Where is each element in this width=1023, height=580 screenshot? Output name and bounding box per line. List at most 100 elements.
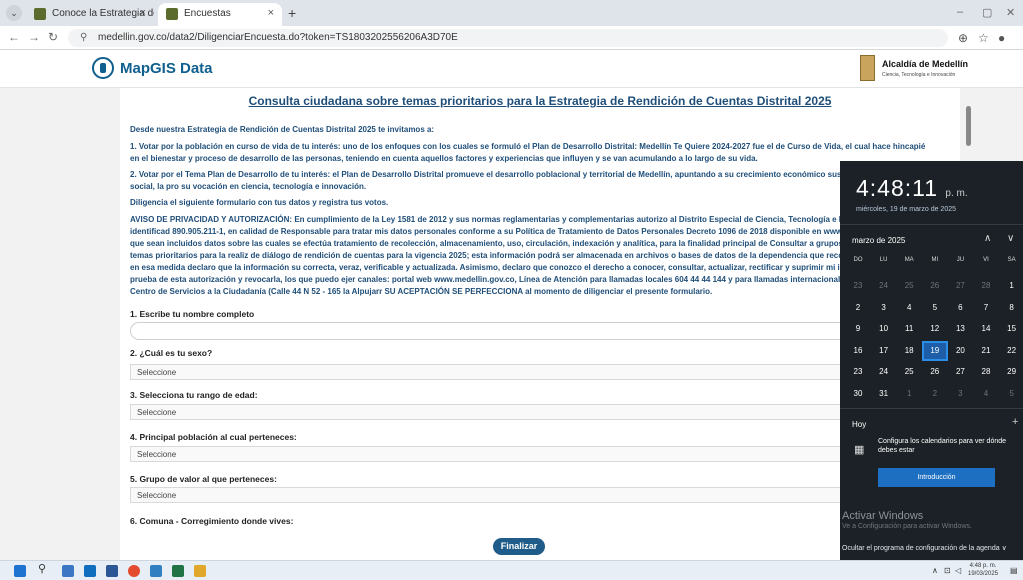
back-icon[interactable]: ← xyxy=(8,30,20,44)
full-date-link[interactable]: miércoles, 19 de marzo de 2025 xyxy=(856,206,956,213)
outlook-icon[interactable] xyxy=(84,565,96,577)
next-month-icon[interactable]: ∨ xyxy=(1007,233,1014,244)
question-2-label: 2. ¿Cuál es tu sexo? xyxy=(130,348,213,358)
tab-search-icon[interactable]: ⌄ xyxy=(6,5,22,21)
calendar-day[interactable]: 10 xyxy=(871,319,897,339)
calendar-day[interactable]: 24 xyxy=(871,276,897,296)
calendar-day[interactable]: 4 xyxy=(973,384,999,404)
page-scrollbar[interactable] xyxy=(966,106,971,146)
url-bar[interactable]: ⚲ medellin.gov.co/data2/DiligenciarEncue… xyxy=(68,29,948,47)
calendar-day[interactable]: 8 xyxy=(999,298,1023,318)
calendar-day[interactable]: 1 xyxy=(896,384,922,404)
alcaldia-subtitle: Ciencia, Tecnología e Innovación xyxy=(882,72,956,78)
app-icon[interactable] xyxy=(150,565,162,577)
calendar-day[interactable]: 29 xyxy=(999,362,1023,382)
new-tab-button[interactable]: + xyxy=(288,5,296,21)
calendar-day[interactable]: 28 xyxy=(973,276,999,296)
calendar-day[interactable]: 16 xyxy=(845,341,871,361)
prev-month-icon[interactable]: ∧ xyxy=(984,233,991,244)
restore-icon[interactable]: ▢ xyxy=(982,6,992,19)
task-view-icon[interactable] xyxy=(62,565,74,577)
calendar-day[interactable]: 7 xyxy=(973,298,999,318)
calendar-day[interactable]: 23 xyxy=(845,276,871,296)
calendar-day[interactable]: 9 xyxy=(845,319,871,339)
value-group-select[interactable]: Seleccione xyxy=(130,487,950,503)
close-tab-icon[interactable]: × xyxy=(268,7,274,19)
hide-agenda-link[interactable]: Ocultar el programa de configuración de … xyxy=(842,544,1007,552)
add-event-icon[interactable]: + xyxy=(1012,416,1018,428)
calendar-day[interactable]: 11 xyxy=(896,319,922,339)
browser-tab-estrategia[interactable]: Conoce la Estrategia de Partici × xyxy=(26,3,154,26)
site-info-icon[interactable]: ⚲ xyxy=(80,32,87,43)
full-name-input[interactable] xyxy=(130,322,950,340)
calendar-day[interactable]: 27 xyxy=(947,276,973,296)
age-range-select[interactable]: Seleccione xyxy=(130,404,950,420)
calendar-day[interactable]: 21 xyxy=(973,341,999,361)
calendar-day[interactable]: 30 xyxy=(845,384,871,404)
alcaldia-name: Alcaldía de Medellín xyxy=(882,59,969,69)
calendar-day[interactable]: 20 xyxy=(947,341,973,361)
calendar-day-today[interactable]: 19 xyxy=(921,340,948,361)
calendar-day[interactable]: 1 xyxy=(999,276,1023,296)
forward-icon[interactable]: → xyxy=(28,30,40,44)
search-icon[interactable]: ⚲ xyxy=(38,562,50,575)
calendar-day[interactable]: 2 xyxy=(922,384,948,404)
calendar-day[interactable]: 31 xyxy=(871,384,897,404)
browser-tab-encuestas[interactable]: Encuestas × xyxy=(158,3,282,26)
sex-select[interactable]: Seleccione xyxy=(130,364,950,380)
volume-icon[interactable]: ◁ xyxy=(955,566,961,575)
calendar-day[interactable]: 17 xyxy=(871,341,897,361)
calendar-day[interactable]: 5 xyxy=(922,298,948,318)
alcaldia-shield-icon xyxy=(860,55,875,81)
close-tab-icon[interactable]: × xyxy=(140,7,146,19)
question-5-label: 5. Grupo de valor al que perteneces: xyxy=(130,474,277,484)
chevron-down-icon: ∨ xyxy=(1001,545,1007,552)
reload-icon[interactable]: ↻ xyxy=(48,30,58,44)
calendar-day[interactable]: 4 xyxy=(896,298,922,318)
bookmark-star-icon[interactable]: ☆ xyxy=(978,31,989,45)
calendar-day[interactable]: 6 xyxy=(947,298,973,318)
tab-title: Encuestas xyxy=(184,8,231,19)
close-window-icon[interactable]: ✕ xyxy=(1006,6,1015,19)
start-button-icon[interactable] xyxy=(14,565,26,577)
network-icon[interactable]: ⊡ xyxy=(944,566,951,575)
population-select[interactable]: Seleccione xyxy=(130,446,950,462)
favicon-icon xyxy=(34,8,46,20)
calendar-day[interactable]: 26 xyxy=(922,362,948,382)
point-2-text: 2. Votar por el Tema Plan de Desarrollo … xyxy=(130,170,921,191)
calendar-day[interactable]: 2 xyxy=(845,298,871,318)
file-explorer-icon[interactable] xyxy=(194,565,206,577)
excel-icon[interactable] xyxy=(172,565,184,577)
word-icon[interactable] xyxy=(106,565,118,577)
calendar-day[interactable]: 25 xyxy=(896,276,922,296)
notifications-icon[interactable]: ▤ xyxy=(1010,566,1018,575)
calendar-day[interactable]: 24 xyxy=(871,362,897,382)
zoom-icon[interactable]: ⊕ xyxy=(958,31,968,45)
calendar-day[interactable]: 13 xyxy=(947,319,973,339)
activate-windows-subtitle: Ve a Configuración para activar Windows. xyxy=(842,523,972,530)
mapgis-logo-text[interactable]: MapGIS Data xyxy=(120,60,213,77)
calendar-day[interactable]: 25 xyxy=(896,362,922,382)
calendar-day[interactable]: 22 xyxy=(999,341,1023,361)
month-label[interactable]: marzo de 2025 xyxy=(852,236,905,245)
weekday-header: VI xyxy=(983,257,989,263)
chrome-icon[interactable] xyxy=(128,565,140,577)
taskbar-clock[interactable]: 4:48 p. m. 19/03/2025 xyxy=(968,562,998,578)
calendar-day[interactable]: 26 xyxy=(922,276,948,296)
calendar-day[interactable]: 23 xyxy=(845,362,871,382)
calendar-day[interactable]: 18 xyxy=(896,341,922,361)
calendar-day[interactable]: 27 xyxy=(947,362,973,382)
calendar-day[interactable]: 12 xyxy=(922,319,948,339)
profile-avatar-icon[interactable]: ● xyxy=(998,31,1005,45)
calendar-day[interactable]: 28 xyxy=(973,362,999,382)
calendar-day[interactable]: 3 xyxy=(947,384,973,404)
minimize-icon[interactable]: – xyxy=(957,6,963,18)
calendar-day[interactable]: 15 xyxy=(999,319,1023,339)
calendar-day[interactable]: 5 xyxy=(999,384,1023,404)
tray-expand-icon[interactable]: ∧ xyxy=(932,566,938,575)
introduccion-button[interactable]: Introducción xyxy=(878,468,995,487)
calendar-day[interactable]: 3 xyxy=(871,298,897,318)
finalizar-button[interactable]: Finalizar xyxy=(493,538,545,555)
calendar-day[interactable]: 14 xyxy=(973,319,999,339)
intro-text: Desde nuestra Estrategia de Rendición de… xyxy=(130,125,435,134)
